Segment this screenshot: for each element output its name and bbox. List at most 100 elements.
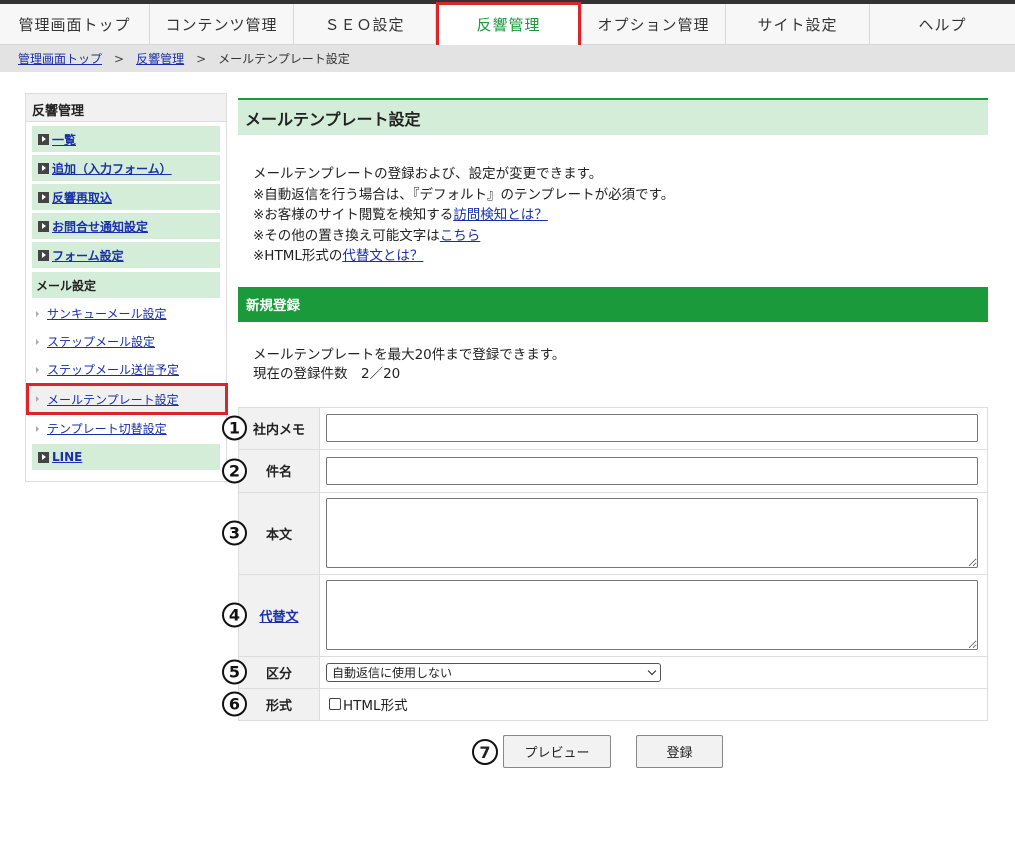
sidebar-link-label: テンプレート切替設定	[47, 422, 167, 436]
intro-line: ※HTML形式の代替文とは？	[253, 246, 988, 267]
number-badge: 4	[222, 602, 247, 628]
top-navigation: 管理画面トップ コンテンツ管理 ＳＥＯ設定 反響管理 オプション管理 サイト設定…	[0, 0, 1015, 48]
nav-tab-options[interactable]: オプション管理	[582, 4, 726, 45]
nav-tab-content[interactable]: コンテンツ管理	[150, 4, 294, 45]
form-actions: 7 プレビュー 登録	[0, 735, 1015, 775]
count-line: メールテンプレートを最大20件まで登録できます。	[253, 346, 566, 363]
sidebar-subheading-mail: メール設定	[32, 272, 220, 298]
intro-line: ※その他の置き換え可能文字はこちら	[253, 226, 988, 247]
form-label-text: 件名	[265, 465, 292, 480]
caret-right-icon	[36, 338, 39, 345]
section-title: 新規登録	[238, 286, 988, 322]
chevron-down-icon	[647, 666, 657, 675]
number-badge: 5	[222, 659, 247, 685]
form-label-body: 3 本文	[222, 491, 320, 575]
intro-text: メールテンプレートの登録および、設定が変更できます。 ※自動返信を行う場合は、『…	[238, 135, 988, 267]
replace-chars-link[interactable]: こちら	[440, 228, 481, 244]
subject-input[interactable]	[326, 456, 978, 485]
checkbox-icon	[329, 698, 341, 710]
play-square-icon	[38, 451, 49, 463]
nav-tab-site-settings[interactable]: サイト設定	[726, 4, 870, 45]
form-label-text: 社内メモ	[252, 422, 305, 438]
sidebar-item-list[interactable]: 一覧	[32, 126, 220, 152]
form-label-category: 5 区分	[222, 655, 320, 689]
category-select[interactable]: 自動返信に使用しない	[326, 662, 661, 682]
body-textarea[interactable]	[326, 498, 978, 568]
form-label-memo: 1 社内メモ	[222, 406, 320, 450]
form-row-alt-text: 4 代替文	[222, 573, 988, 657]
form-row-subject: 2 件名	[222, 448, 988, 493]
form-label-format: 6 形式	[222, 687, 320, 721]
sidebar-item-inquiry-notify[interactable]: お問合せ通知設定	[32, 213, 220, 239]
sidebar-item-add-form[interactable]: 追加（入力フォーム）	[32, 155, 220, 181]
caret-right-icon	[36, 310, 39, 317]
intro-line-prefix: ※HTML形式の	[253, 248, 343, 264]
form-cell	[319, 448, 988, 493]
sidebar-item-label: LINE	[52, 450, 83, 464]
nav-tabs: 管理画面トップ コンテンツ管理 ＳＥＯ設定 反響管理 オプション管理 サイト設定…	[0, 2, 1015, 48]
number-badge: 3	[222, 520, 247, 546]
breadcrumb-separator: >	[114, 51, 125, 66]
form-cell	[319, 406, 988, 450]
sidebar-item-label: 一覧	[52, 132, 77, 147]
form-row-format: 6 形式 HTML形式	[222, 687, 988, 721]
sidebar-link-label: ステップメール送信予定	[47, 363, 180, 377]
sidebar-link-thankyou-mail[interactable]: サンキューメール設定	[32, 301, 220, 326]
register-button[interactable]: 登録	[636, 735, 723, 768]
form-row-memo: 1 社内メモ	[222, 406, 988, 450]
breadcrumb-current: メールテンプレート設定	[218, 52, 350, 66]
breadcrumb: 管理画面トップ > 反響管理 > メールテンプレート設定	[0, 45, 1015, 72]
intro-line: メールテンプレートの登録および、設定が変更できます。	[253, 166, 603, 182]
form-label-text: 本文	[265, 527, 292, 543]
play-square-icon	[38, 133, 49, 145]
alt-text-textarea[interactable]	[326, 580, 978, 650]
breadcrumb-admin-top[interactable]: 管理画面トップ	[18, 50, 102, 67]
sidebar-link-step-schedule[interactable]: ステップメール送信予定	[32, 357, 220, 382]
sidebar: 反響管理 一覧 追加（入力フォーム） 反響再取込 お問合せ通知設定 フォーム設定…	[25, 93, 228, 482]
sidebar-link-label: メールテンプレート設定	[47, 392, 179, 407]
html-format-checkbox[interactable]: HTML形式	[329, 694, 408, 714]
breadcrumb-response[interactable]: 反響管理	[136, 50, 184, 67]
visit-detect-link[interactable]: 訪問検知とは？	[453, 207, 548, 223]
sidebar-link-step-mail[interactable]: ステップメール設定	[32, 329, 220, 354]
sidebar-link-template-switch[interactable]: テンプレート切替設定	[32, 416, 220, 441]
play-square-icon	[38, 249, 49, 261]
intro-line: ※自動返信を行う場合は、『デフォルト』のテンプレートが必須です。	[253, 186, 675, 203]
alt-text-help-link[interactable]: 代替文とは？	[342, 248, 423, 264]
breadcrumb-separator: >	[196, 51, 207, 66]
number-badge: 1	[222, 415, 247, 441]
category-select-value: 自動返信に使用しない	[332, 665, 453, 680]
caret-right-icon	[36, 366, 39, 373]
number-badge: 2	[222, 458, 247, 483]
caret-right-icon	[36, 425, 39, 432]
alt-text-label-link[interactable]: 代替文	[259, 610, 298, 625]
sidebar-item-form-settings[interactable]: フォーム設定	[32, 242, 220, 268]
play-square-icon	[38, 220, 49, 232]
memo-input[interactable]	[326, 414, 978, 442]
sidebar-link-mail-template[interactable]: メールテンプレート設定	[26, 383, 228, 415]
count-line: 現在の登録件数 2／20	[253, 365, 401, 382]
intro-line: ※お客様のサイト閲覧を検知する訪問検知とは？	[253, 205, 988, 226]
sidebar-item-line[interactable]: LINE	[32, 444, 220, 470]
nav-tab-response[interactable]: 反響管理	[436, 2, 582, 48]
nav-tab-help[interactable]: ヘルプ	[870, 4, 1015, 45]
intro-line-prefix: ※その他の置き換え可能文字は	[253, 227, 440, 244]
sidebar-item-label: 反響再取込	[52, 190, 113, 205]
nav-tab-seo[interactable]: ＳＥＯ設定	[294, 4, 436, 45]
main-content: メールテンプレート設定 メールテンプレートの登録および、設定が変更できます。 ※…	[222, 98, 988, 721]
sidebar-item-reimport[interactable]: 反響再取込	[32, 184, 220, 210]
page-title: メールテンプレート設定	[238, 98, 988, 135]
sidebar-item-label: フォーム設定	[52, 248, 124, 263]
form-row-body: 3 本文	[222, 491, 988, 575]
template-form: 1 社内メモ 2 件名 3 本文 4 代替文 5 区分 自動返信に使用しない 6…	[222, 406, 988, 721]
intro-line-prefix: ※お客様のサイト閲覧を検知する	[253, 207, 454, 223]
checkbox-label: HTML形式	[343, 698, 408, 714]
nav-tab-admin-top[interactable]: 管理画面トップ	[0, 4, 150, 45]
registration-count: メールテンプレートを最大20件まで登録できます。 現在の登録件数 2／20	[238, 322, 988, 384]
sidebar-item-label: 追加（入力フォーム）	[52, 161, 172, 176]
play-square-icon	[38, 162, 49, 174]
preview-button[interactable]: プレビュー	[503, 735, 611, 768]
number-badge: 6	[222, 691, 247, 717]
form-cell	[319, 573, 988, 657]
sidebar-link-label: ステップメール設定	[47, 335, 156, 349]
